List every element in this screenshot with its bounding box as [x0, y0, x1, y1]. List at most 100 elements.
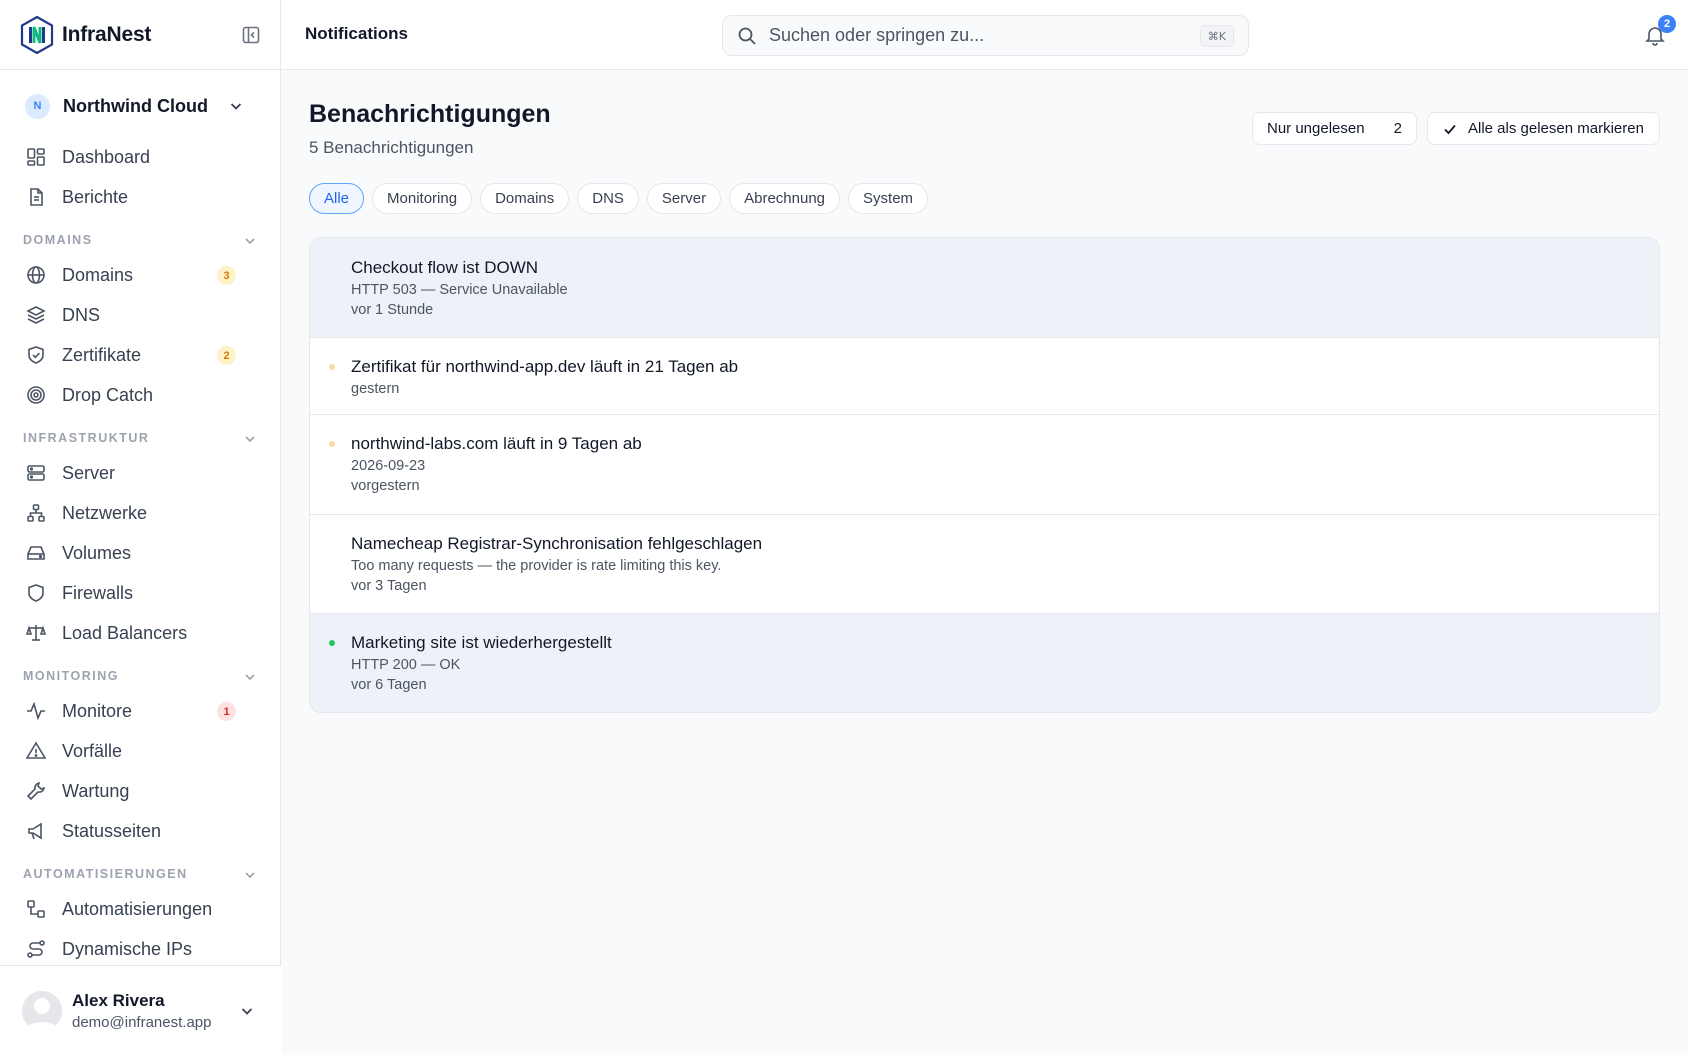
page-title: Benachrichtigungen [309, 100, 551, 128]
section-automatisierungen[interactable]: AUTOMATISIERUNGEN [23, 867, 257, 885]
sidebar-item-automatisierungen[interactable]: Automatisierungen [14, 890, 266, 928]
notification-detail: 2026-09-23 [351, 458, 426, 474]
sidebar-item-firewalls[interactable]: Firewalls [14, 574, 266, 612]
filter-chip-abrechnung[interactable]: Abrechnung [729, 183, 841, 214]
notification-time: vor 3 Tagen [351, 578, 427, 594]
file-text-icon [26, 187, 46, 207]
filter-chip-domains[interactable]: Domains [480, 183, 570, 214]
chevron-down-icon [228, 98, 244, 114]
alert-triangle-icon [26, 741, 46, 761]
notification-time: vor 1 Stunde [351, 302, 434, 318]
sidebar-item-dns[interactable]: DNS [14, 296, 266, 334]
page-subtitle: 5 Benachrichtigungen [309, 138, 474, 157]
sidebar-item-wartung[interactable]: Wartung [14, 772, 266, 810]
chevron-down-icon [243, 234, 257, 248]
sidebar-item-server[interactable]: Server [14, 454, 266, 492]
server-icon [26, 463, 46, 483]
notification-time: vor 6 Tagen [351, 677, 427, 693]
notification-time: gestern [351, 381, 400, 397]
notification-row[interactable]: Zertifikat für northwind-app.dev läuft i… [310, 338, 1659, 415]
notification-title: Checkout flow ist DOWN [351, 258, 539, 277]
globe-icon [26, 265, 46, 285]
notification-row[interactable]: northwind-labs.com läuft in 9 Tagen ab 2… [310, 415, 1659, 515]
hard-drive-icon [26, 543, 46, 563]
notification-title: northwind-labs.com läuft in 9 Tagen ab [351, 434, 642, 453]
sidebar-item-domains[interactable]: Domains 3 [14, 256, 266, 294]
layers-icon [26, 305, 46, 325]
scale-icon [26, 623, 46, 643]
sidebar-item-load-balancers[interactable]: Load Balancers [14, 614, 266, 652]
unread-count: 2 [1393, 120, 1402, 137]
notification-list: Checkout flow ist DOWN HTTP 503 — Servic… [309, 237, 1660, 713]
dashboard-icon [26, 147, 46, 167]
topbar: Notifications ⌘K 2 [281, 0, 1688, 70]
filter-chip-system[interactable]: System [848, 183, 929, 214]
unread-only-toggle[interactable]: Nur ungelesen 2 [1252, 112, 1417, 145]
check-icon [1442, 121, 1458, 137]
sidebar-item-dynamische-ips[interactable]: Dynamische IPs [14, 930, 266, 968]
notification-title: Marketing site ist wiederhergestellt [351, 633, 612, 652]
section-monitoring[interactable]: MONITORING [23, 669, 257, 687]
route-icon [26, 939, 46, 959]
notification-detail: HTTP 503 — Service Unavailable [351, 282, 568, 298]
monitore-count-badge: 1 [217, 702, 236, 721]
user-info: Alex Rivera demo@infranest.app [72, 991, 211, 1031]
user-menu[interactable]: Alex Rivera demo@infranest.app [0, 965, 281, 1055]
mark-all-read-label: Alle als gelesen markieren [1468, 120, 1644, 137]
sidebar-item-volumes[interactable]: Volumes [14, 534, 266, 572]
domains-count-badge: 3 [217, 266, 236, 285]
sidebar-item-drop-catch[interactable]: Drop Catch [14, 376, 266, 414]
target-icon [26, 385, 46, 405]
brand: InfraNest [0, 0, 280, 70]
status-dot [329, 640, 335, 646]
notification-title: Namecheap Registrar-Synchronisation fehl… [351, 534, 763, 553]
sidebar-item-statusseiten[interactable]: Statusseiten [14, 812, 266, 850]
unread-only-label: Nur ungelesen [1267, 120, 1365, 137]
notification-title: Zertifikat für northwind-app.dev läuft i… [351, 357, 739, 376]
chevron-down-icon [239, 1003, 255, 1019]
sidebar-item-monitore[interactable]: Monitore 1 [14, 692, 266, 730]
user-name: Alex Rivera [72, 990, 165, 1010]
notification-row[interactable]: Marketing site ist wiederhergestellt HTT… [310, 614, 1659, 712]
user-email: demo@infranest.app [72, 1013, 212, 1031]
notification-row[interactable]: Checkout flow ist DOWN HTTP 503 — Servic… [310, 238, 1659, 338]
filter-chip-monitoring[interactable]: Monitoring [372, 183, 473, 214]
workspace-name: Northwind Cloud [63, 95, 208, 116]
workspace-switcher[interactable]: N Northwind Cloud [14, 86, 266, 126]
sidebar: InfraNest N Northwind Cloud Dashboard Be… [0, 0, 281, 1055]
chevron-down-icon [243, 432, 257, 446]
search-input[interactable] [769, 25, 1169, 46]
sidebar-item-berichte[interactable]: Berichte [14, 178, 266, 216]
network-icon [26, 503, 46, 523]
search-box[interactable]: ⌘K [722, 15, 1249, 56]
chevron-down-icon [243, 868, 257, 882]
activity-icon [26, 701, 46, 721]
search-shortcut: ⌘K [1199, 25, 1234, 47]
filter-chip-server[interactable]: Server [646, 183, 722, 214]
filter-chips: Alle Monitoring Domains DNS Server Abrec… [309, 183, 929, 214]
megaphone-icon [26, 821, 46, 841]
sidebar-item-netzwerke[interactable]: Netzwerke [14, 494, 266, 532]
shield-icon [26, 583, 46, 603]
notification-row[interactable]: Namecheap Registrar-Synchronisation fehl… [310, 515, 1659, 614]
sidebar-item-vorfaelle[interactable]: Vorfälle [14, 732, 266, 770]
infranest-logo-icon [20, 15, 54, 54]
mark-all-read-button[interactable]: Alle als gelesen markieren [1427, 112, 1660, 145]
sidebar-item-dashboard[interactable]: Dashboard [14, 138, 266, 176]
brand-name: InfraNest [62, 22, 152, 46]
topbar-title: Notifications [305, 24, 408, 43]
filter-chip-dns[interactable]: DNS [577, 183, 639, 214]
wrench-icon [26, 781, 46, 801]
avatar [22, 990, 62, 1031]
shield-check-icon [26, 345, 46, 365]
workflow-icon [26, 899, 46, 919]
notification-detail: Too many requests — the provider is rate… [351, 558, 722, 574]
unread-dot [329, 441, 335, 447]
section-domains[interactable]: DOMAINS [23, 233, 257, 251]
filter-chip-alle[interactable]: Alle [309, 183, 365, 214]
sidebar-item-zertifikate[interactable]: Zertifikate 2 [14, 336, 266, 374]
section-infrastruktur[interactable]: INFRASTRUKTUR [23, 431, 257, 449]
sidebar-collapse-icon[interactable] [242, 26, 260, 44]
zertifikate-count-badge: 2 [217, 346, 236, 365]
notification-detail: HTTP 200 — OK [351, 657, 461, 673]
